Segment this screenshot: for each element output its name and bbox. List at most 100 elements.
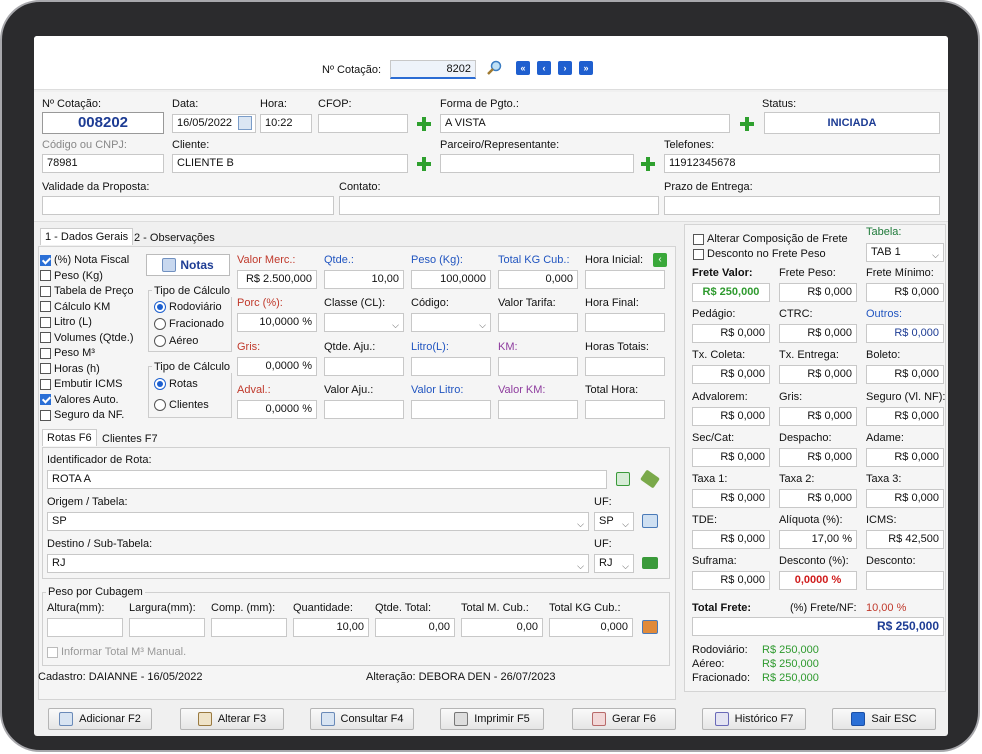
back-arrow-icon[interactable]: ‹ — [653, 253, 667, 267]
search-table-icon[interactable] — [642, 514, 658, 528]
codigo-select[interactable]: ⌵ — [411, 313, 491, 332]
first-record-icon[interactable]: « — [516, 61, 530, 75]
hora-final-field[interactable] — [585, 313, 665, 332]
km-field[interactable] — [498, 357, 578, 376]
option-checkbox[interactable]: (%) Nota Fiscal — [40, 254, 129, 266]
origem-select[interactable]: SP ⌵ — [47, 512, 589, 531]
add-parceiro-icon[interactable] — [641, 157, 655, 171]
option-checkbox[interactable]: Embutir ICMS — [40, 378, 122, 390]
radio-rotas[interactable]: Rotas — [154, 378, 198, 390]
option-checkbox[interactable]: Cálculo KM — [40, 301, 110, 313]
option-checkbox[interactable]: Peso (Kg) — [40, 270, 103, 282]
radio-aereo[interactable]: Aéreo — [154, 335, 198, 347]
forma-pgto-field[interactable]: A VISTA — [440, 114, 730, 133]
cfop-field[interactable] — [318, 114, 408, 133]
radio-fracionado[interactable]: Fracionado — [154, 318, 224, 330]
uf-destino-select[interactable]: RJ ⌵ — [594, 554, 634, 573]
adval-field[interactable]: 0,0000 % — [237, 400, 317, 419]
option-checkbox[interactable]: Seguro da NF. — [40, 409, 124, 421]
aliq-field[interactable]: 17,00 % — [779, 530, 857, 550]
tde-field[interactable]: R$ 0,000 — [692, 530, 770, 550]
pedagio-field[interactable]: R$ 0,000 — [692, 324, 770, 344]
gris-field[interactable]: 0,0000 % — [237, 357, 317, 376]
valor-km-field[interactable] — [498, 400, 578, 419]
parceiro-field[interactable] — [440, 154, 634, 173]
n-cotacao-field[interactable]: 008202 — [42, 112, 164, 134]
tab-dados-gerais[interactable]: 1 - Dados Gerais — [40, 228, 134, 245]
add-cliente-icon[interactable] — [417, 157, 431, 171]
tab-rotas[interactable]: Rotas F6 — [42, 429, 97, 446]
frete-peso-field[interactable]: R$ 0,000 — [779, 283, 857, 302]
imprimir-button[interactable]: Imprimir F5 — [440, 708, 544, 730]
despacho-field[interactable]: R$ 0,000 — [779, 447, 857, 467]
txent-field[interactable]: R$ 0,000 — [779, 365, 857, 385]
option-checkbox[interactable]: Valores Auto. — [40, 394, 119, 406]
txcol-field[interactable]: R$ 0,000 — [692, 365, 770, 385]
radio-clientes[interactable]: Clientes — [154, 399, 209, 411]
next-record-icon[interactable]: › — [558, 61, 572, 75]
notas-button[interactable]: Notas — [146, 254, 230, 276]
informar-manual-checkbox[interactable]: Informar Total M³ Manual. — [47, 646, 186, 658]
sair-button[interactable]: Sair ESC — [832, 708, 936, 730]
prazo-field[interactable] — [664, 196, 940, 215]
option-checkbox[interactable]: Tabela de Preço — [40, 285, 134, 297]
taxa3-field[interactable]: R$ 0,000 — [866, 489, 944, 508]
classe-select[interactable]: ⌵ — [324, 313, 404, 332]
adame-field[interactable]: R$ 0,000 — [866, 447, 944, 467]
tab-clientes[interactable]: Clientes F7 — [98, 431, 162, 447]
cliente-field[interactable]: CLIENTE B — [172, 154, 408, 173]
porc-field[interactable]: 10,0000 % — [237, 313, 317, 332]
frete-valor-field[interactable]: R$ 250,000 — [692, 283, 770, 302]
calculate-icon[interactable] — [642, 620, 658, 634]
option-checkbox[interactable]: Volumes (Qtde.) — [40, 332, 133, 344]
seccat-field[interactable]: R$ 0,000 — [692, 447, 770, 467]
qtde-field[interactable]: 10,00 — [324, 270, 404, 289]
historico-button[interactable]: Histórico F7 — [702, 708, 806, 730]
contato-field[interactable] — [339, 196, 659, 215]
seguro-field[interactable]: R$ 0,000 — [866, 406, 944, 426]
boleto-field[interactable]: R$ 0,000 — [866, 365, 944, 385]
alterar-button[interactable]: Alterar F3 — [180, 708, 284, 730]
hora-inicial-field[interactable] — [585, 270, 665, 289]
money-icon[interactable] — [642, 557, 658, 569]
add-cfop-icon[interactable] — [417, 117, 431, 131]
telefones-field[interactable]: 11912345678 — [664, 154, 940, 173]
icms-field[interactable]: R$ 42,500 — [866, 530, 944, 550]
add-forma-pgto-icon[interactable] — [740, 117, 754, 131]
valor-litro-field[interactable] — [411, 400, 491, 419]
horas-totais-field[interactable] — [585, 357, 665, 376]
tab-observacoes[interactable]: 2 - Observações — [130, 230, 219, 246]
total-kg-field[interactable]: 0,000 — [498, 270, 578, 289]
qtde-aju-field[interactable] — [324, 357, 404, 376]
option-checkbox[interactable]: Horas (h) — [40, 363, 100, 375]
taxa1-field[interactable]: R$ 0,000 — [692, 489, 770, 508]
taxa2-field[interactable]: R$ 0,000 — [779, 489, 857, 508]
top-cotacao-input[interactable]: 8202 — [390, 60, 476, 79]
codigo-field[interactable]: 78981 — [42, 154, 164, 173]
option-checkbox[interactable]: Litro (L) — [40, 316, 92, 328]
search-icon[interactable] — [486, 60, 502, 76]
gerar-button[interactable]: Gerar F6 — [572, 708, 676, 730]
option-checkbox[interactable]: Peso M³ — [40, 347, 95, 359]
ident-rota-field[interactable]: ROTA A — [47, 470, 607, 489]
adicionar-button[interactable]: Adicionar F2 — [48, 708, 152, 730]
desc-pct-field[interactable]: 0,0000 % — [779, 571, 857, 591]
desc-field[interactable] — [866, 571, 944, 591]
ctrc-field[interactable]: R$ 0,000 — [779, 324, 857, 344]
desconto-frete-peso-checkbox[interactable]: Desconto no Frete Peso — [693, 248, 826, 260]
valor-merc-field[interactable]: R$ 2.500,000 — [237, 270, 317, 289]
total-hora-field[interactable] — [585, 400, 665, 419]
frete-min-field[interactable]: R$ 0,000 — [866, 283, 944, 302]
litro-field[interactable] — [411, 357, 491, 376]
valor-tarifa-field[interactable] — [498, 313, 578, 332]
suframa-field[interactable]: R$ 0,000 — [692, 571, 770, 591]
radio-rodoviario[interactable]: Rodoviário — [154, 301, 222, 313]
hora-field[interactable]: 10:22 — [260, 114, 312, 133]
outros-field[interactable]: R$ 0,000 — [866, 324, 944, 344]
altura-field[interactable] — [47, 618, 123, 637]
uf-origem-select[interactable]: SP ⌵ — [594, 512, 634, 531]
calendar-icon[interactable] — [238, 116, 252, 130]
alterar-composicao-checkbox[interactable]: Alterar Composição de Frete — [693, 233, 848, 245]
peso-field[interactable]: 100,0000 — [411, 270, 491, 289]
largura-field[interactable] — [129, 618, 205, 637]
